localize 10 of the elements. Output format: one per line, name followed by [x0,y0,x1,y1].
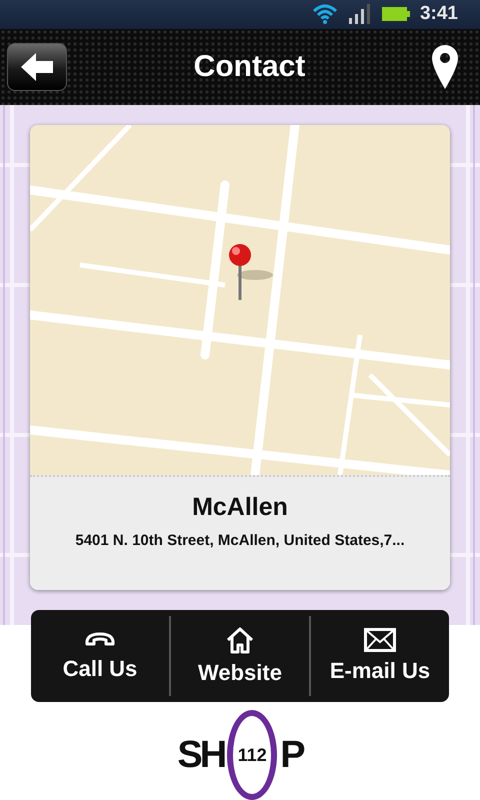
clock-time: 3:41 [420,3,458,26]
signal-icon [348,4,372,24]
back-arrow-icon [21,52,53,81]
location-button[interactable] [432,44,458,89]
back-button[interactable] [7,42,67,91]
location-pin-icon [432,44,458,89]
wifi-icon [312,4,338,24]
logo: SH 112 P [177,710,303,800]
page-title: Contact [194,50,306,84]
battery-icon [382,6,410,22]
